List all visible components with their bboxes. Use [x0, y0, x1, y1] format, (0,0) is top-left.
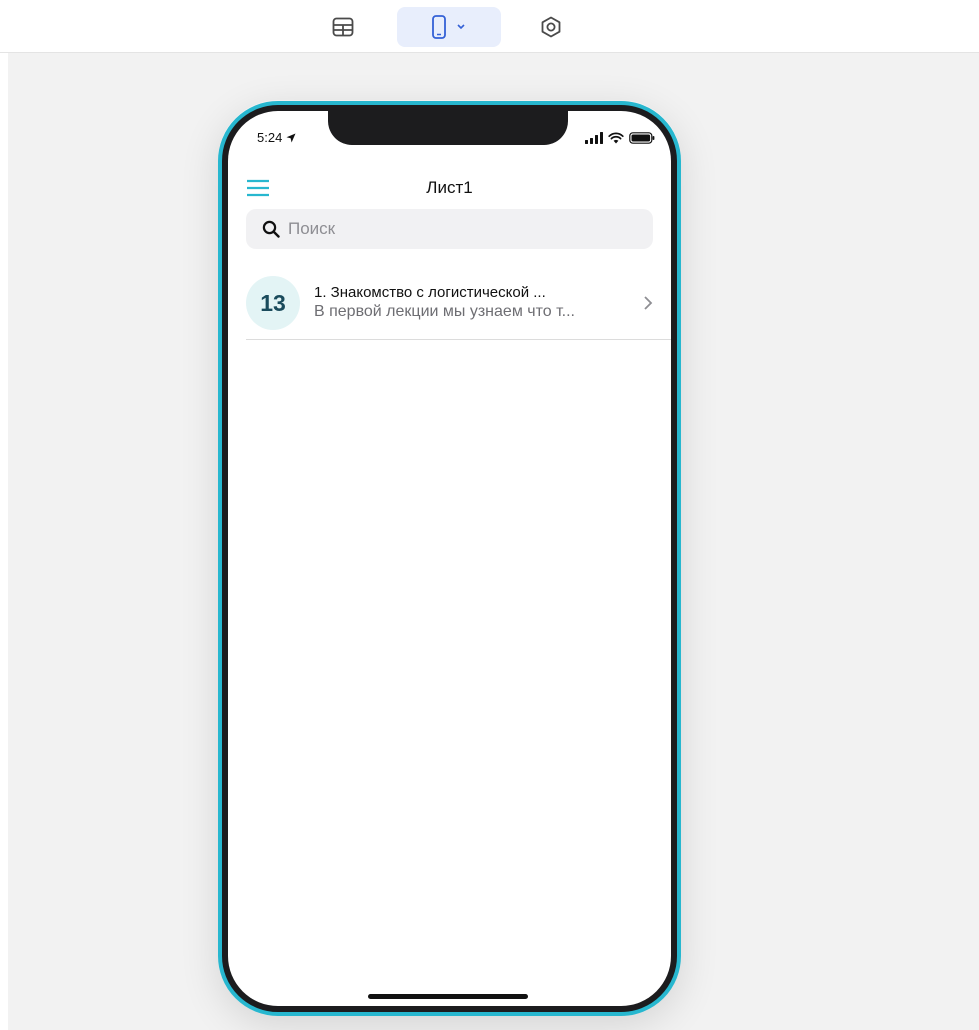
chevron-right-icon	[644, 296, 653, 310]
list-item-title: 1. Знакомство с логистической ...	[314, 284, 546, 301]
list-item[interactable]: 13 1. Знакомство с логистической ... В п…	[246, 271, 671, 340]
settings-icon	[541, 16, 561, 38]
phone-frame: 5:24 Лист1 Поиск 13 1. Знакомство с логи…	[218, 101, 681, 1016]
navigation-bar: Лист1	[228, 169, 671, 209]
status-time-label: 5:24	[257, 130, 283, 145]
phone-icon	[432, 15, 446, 39]
settings-button[interactable]	[528, 7, 574, 47]
chevron-down-icon	[457, 24, 465, 30]
table-view-button[interactable]	[320, 7, 366, 47]
signal-icon	[585, 132, 603, 144]
phone-screen: 5:24 Лист1 Поиск 13 1. Знакомство с логи…	[228, 111, 671, 1006]
battery-icon	[629, 132, 655, 144]
status-icons	[585, 132, 655, 144]
search-icon	[262, 220, 280, 238]
location-arrow-icon	[286, 133, 296, 142]
list-item-badge: 13	[246, 276, 300, 330]
device-preview-button[interactable]	[397, 7, 501, 47]
page-title: Лист1	[426, 178, 473, 197]
search-input[interactable]	[288, 219, 588, 239]
status-time: 5:24	[257, 130, 296, 145]
wifi-icon	[608, 132, 624, 144]
table-icon	[332, 17, 354, 37]
list-item-subtitle: В первой лекции мы узнаем что т...	[314, 303, 575, 320]
search-bar[interactable]	[246, 209, 653, 249]
home-indicator	[368, 994, 528, 999]
top-toolbar	[0, 0, 979, 53]
phone-notch	[328, 111, 568, 145]
